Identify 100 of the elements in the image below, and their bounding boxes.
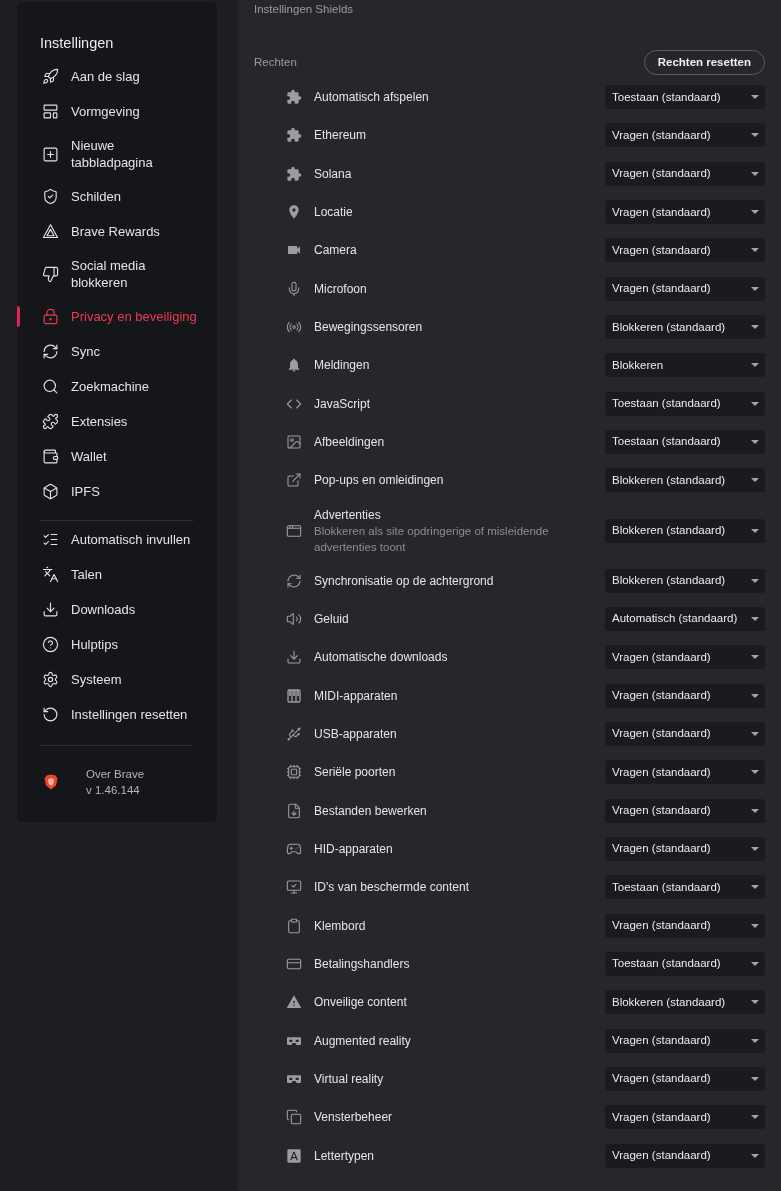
sidebar-item[interactable]: IPFS [17,474,217,509]
sidebar-item[interactable]: Zoekmachine [17,369,217,404]
permission-dropdown[interactable]: Vragen (standaard) [605,1105,765,1130]
permission-dropdown[interactable]: Vragen (standaard) [605,276,765,301]
clipboard-icon [286,917,302,934]
caret-down-icon [751,171,759,176]
location-pin-icon [286,204,302,221]
permission-dropdown[interactable]: Blokkeren (standaard) [605,518,765,543]
permission-label: USB-apparaten [314,726,397,743]
permission-dropdown[interactable]: Blokkeren (standaard) [605,568,765,593]
permission-label: MIDI-apparaten [314,687,398,704]
section-title: Instellingen Shields [254,2,354,16]
permission-dropdown[interactable]: Vragen (standaard) [605,238,765,263]
sidebar-item[interactable]: Wallet [17,439,217,474]
permission-dropdown[interactable]: Vragen (standaard) [605,837,765,862]
puzzle-icon [42,413,59,430]
permission-dropdown[interactable]: Vragen (standaard) [605,760,765,785]
permission-label: Afbeeldingen [314,434,385,451]
about-brave-link[interactable]: Over Brave v 1.46.144 [17,766,217,798]
permission-label: Ethereum [314,127,367,144]
permission-dropdown[interactable]: Vragen (standaard) [605,913,765,938]
permission-dropdown[interactable]: Blokkeren (standaard) [605,468,765,493]
permission-dropdown[interactable]: Toestaan (standaard) [605,85,765,110]
caret-down-icon [751,923,759,928]
puzzle-icon [286,89,302,106]
permission-label: Synchronisatie op de achtergrond [314,572,494,589]
file-download-icon [286,802,302,819]
permission-label: Bewegingssensoren [314,319,423,336]
permission-dropdown[interactable]: Vragen (standaard) [605,645,765,670]
sidebar-item[interactable]: Brave Rewards [17,214,217,249]
permission-dropdown[interactable]: Blokkeren [605,353,765,378]
permission-label: Betalingshandlers [314,956,410,973]
triangle-icon [42,223,59,240]
permission-dropdown[interactable]: Vragen (standaard) [605,161,765,186]
caret-down-icon [751,1153,759,1158]
sidebar-item[interactable]: Aan de slag [17,59,217,94]
permission-label: Geluid [314,611,349,628]
permission-dropdown[interactable]: Automatisch (standaard) [605,607,765,632]
reset-icon [42,706,59,723]
sidebar-item[interactable]: Talen [17,557,217,592]
caret-down-icon [751,847,759,852]
permissions-heading: Rechten [254,54,297,70]
caret-down-icon [751,95,759,100]
sidebar-item[interactable]: Instellingen resetten [17,697,217,732]
permission-label: ID's van beschermde content [314,879,470,896]
caret-down-icon [751,885,759,890]
download-icon [286,649,302,666]
sidebar-title: Instellingen [39,34,115,53]
permission-dropdown[interactable]: Vragen (standaard) [605,722,765,747]
sidebar-item[interactable]: Schilden [17,179,217,214]
sidebar-item[interactable]: Nieuwe tabbladpagina [17,129,217,179]
permission-dropdown[interactable]: Toestaan (standaard) [605,391,765,416]
permission-dropdown[interactable]: Toestaan (standaard) [605,952,765,977]
puzzle-icon [286,127,302,144]
permission-label: Locatie [314,204,353,221]
permission-dropdown[interactable]: Toestaan (standaard) [605,875,765,900]
sidebar-item[interactable]: Extensies [17,404,217,439]
permission-label: Lettertypen [314,1147,375,1164]
usb-icon [286,726,302,743]
permission-dropdown[interactable]: Vragen (standaard) [605,1067,765,1092]
sidebar-item[interactable]: Social media blokkeren [17,249,217,299]
thumbs-down-icon [42,265,59,283]
caret-down-icon [751,962,759,967]
permission-dropdown[interactable]: Vragen (standaard) [605,683,765,708]
caret-down-icon [751,286,759,291]
sidebar-item[interactable]: Automatisch invullen [17,522,217,557]
wallet-icon [42,448,59,465]
caret-down-icon [751,363,759,368]
caret-down-icon [751,655,759,660]
settings-icon [42,671,59,688]
rocket-icon [42,68,59,85]
permission-dropdown[interactable]: Vragen (standaard) [605,1028,765,1053]
permission-label: HID-apparaten [314,841,393,858]
sidebar-item[interactable]: Downloads [17,592,217,627]
permission-label: Onveilige content [314,994,407,1011]
permission-dropdown[interactable]: Vragen (standaard) [605,798,765,823]
sidebar-item[interactable]: Privacy en beveiliging [17,299,217,334]
permission-label: Pop-ups en omleidingen [314,472,444,489]
permission-description: Blokkeren als site opdringerige of misleidende advertenties toont [314,523,550,555]
permission-label: Klembord [314,917,366,934]
permission-dropdown[interactable]: Vragen (standaard) [605,123,765,148]
window-icon [286,522,302,539]
lock-icon [42,308,59,325]
sidebar-item[interactable]: Vormgeving [17,94,217,129]
sync-icon [42,343,59,360]
permission-dropdown[interactable]: Vragen (standaard) [605,200,765,225]
permission-dropdown[interactable]: Blokkeren (standaard) [605,315,765,340]
permission-label: Vensterbeheer [314,1109,393,1126]
permission-dropdown[interactable]: Toestaan (standaard) [605,430,765,455]
caret-down-icon [751,693,759,698]
permission-dropdown[interactable]: Vragen (standaard) [605,1143,765,1168]
permission-dropdown[interactable]: Blokkeren (standaard) [605,990,765,1015]
sidebar-item[interactable]: Hulptips [17,627,217,662]
caret-down-icon [751,1077,759,1082]
permission-label: Seriële poorten [314,764,396,781]
caret-down-icon [751,440,759,445]
warning-icon [286,994,302,1011]
sidebar-item[interactable]: Sync [17,334,217,369]
sidebar-item[interactable]: Systeem [17,662,217,697]
permission-label: Virtual reality [314,1071,384,1088]
